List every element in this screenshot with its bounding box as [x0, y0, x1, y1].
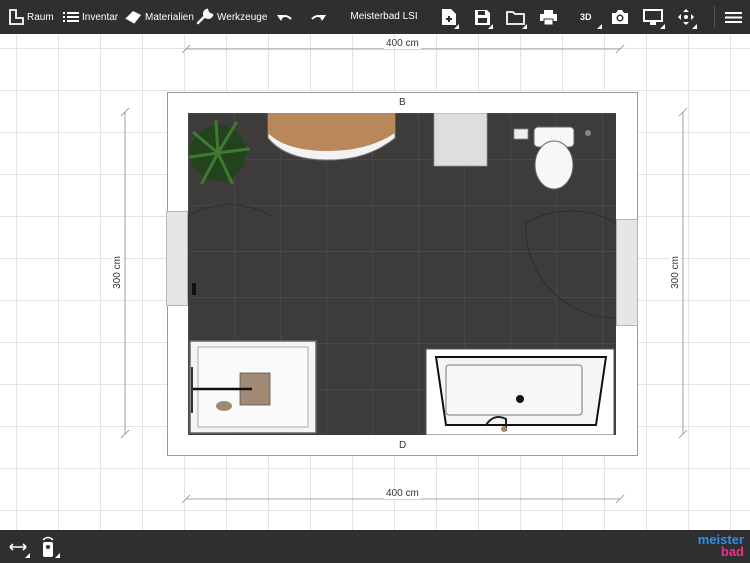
menu-button[interactable]: [725, 0, 742, 34]
folder-icon: [506, 10, 525, 25]
printer-icon: [540, 9, 557, 25]
undo-button[interactable]: [276, 0, 294, 34]
dropdown-indicator: [488, 24, 493, 29]
furniture-layer: [188, 113, 616, 435]
wall-label-top: B: [399, 97, 406, 108]
cabinet[interactable]: [433, 113, 488, 167]
view-3d-label: 3D: [580, 12, 592, 22]
meisterbad-logo: meister bad: [692, 533, 744, 560]
dropdown-indicator: [522, 24, 527, 29]
toolbar-divider: [714, 6, 715, 28]
camera-button[interactable]: [611, 0, 629, 34]
measure-arrows-icon: [9, 542, 27, 551]
door-swing-left: [188, 204, 273, 217]
new-file-button[interactable]: [441, 0, 459, 34]
vanity-unit[interactable]: [267, 113, 396, 161]
materials-button[interactable]: Materialien: [124, 0, 194, 34]
top-dimension-label: 400 cm: [384, 38, 421, 49]
remote-icon: [42, 536, 54, 557]
redo-icon: [311, 15, 326, 21]
dropdown-indicator: [55, 553, 60, 558]
move-view-button[interactable]: [677, 0, 697, 34]
measure-button[interactable]: [4, 533, 32, 560]
wall-label-bottom: D: [399, 440, 407, 451]
logo-line-2: bad: [720, 544, 744, 559]
bathtub[interactable]: [425, 348, 615, 435]
monitor-icon: [643, 8, 663, 25]
dropdown-indicator: [692, 24, 697, 29]
wrench-icon: [196, 8, 214, 25]
save-icon: [475, 9, 490, 25]
tools-label: Werkzeuge: [217, 11, 268, 23]
print-button[interactable]: [539, 0, 558, 34]
tools-button[interactable]: Werkzeuge: [196, 0, 267, 34]
door-right[interactable]: [616, 219, 638, 326]
shower[interactable]: [189, 340, 317, 434]
bottom-dimension-label: 400 cm: [384, 488, 421, 499]
dropdown-indicator: [660, 24, 665, 29]
project-title[interactable]: Meisterbad LSI: [330, 0, 438, 34]
display-button[interactable]: [643, 0, 665, 34]
plant[interactable]: [188, 119, 250, 185]
inventory-label: Inventar: [82, 11, 119, 23]
inventory-button[interactable]: Inventar: [63, 0, 118, 34]
save-button[interactable]: [474, 0, 493, 34]
toilet[interactable]: [513, 126, 591, 190]
open-folder-button[interactable]: [506, 0, 527, 34]
redo-button[interactable]: [309, 0, 327, 34]
list-icon: [63, 12, 79, 22]
camera-icon: [612, 10, 628, 24]
top-toolbar: Raum Inventar Materialien Werkzeuge Meis…: [0, 0, 750, 34]
dropdown-indicator: [25, 553, 30, 558]
materials-label: Materialien: [145, 11, 194, 23]
undo-icon: [277, 15, 292, 21]
left-dimension-label: 300 cm: [111, 254, 123, 291]
materials-icon: [124, 11, 141, 25]
room-icon: [9, 9, 24, 25]
door-left[interactable]: [166, 211, 188, 306]
room-label: Raum: [27, 11, 54, 23]
view-3d-button[interactable]: 3D: [580, 0, 602, 34]
door-swing-right: [525, 210, 616, 224]
hamburger-icon: [725, 11, 742, 23]
dropdown-indicator: [454, 24, 459, 29]
room-button[interactable]: Raum: [8, 0, 54, 34]
remote-control-button[interactable]: [34, 533, 62, 560]
bottom-toolbar: meister bad: [0, 530, 750, 563]
right-dimension-label: 300 cm: [669, 254, 681, 291]
dropdown-indicator: [596, 24, 602, 29]
